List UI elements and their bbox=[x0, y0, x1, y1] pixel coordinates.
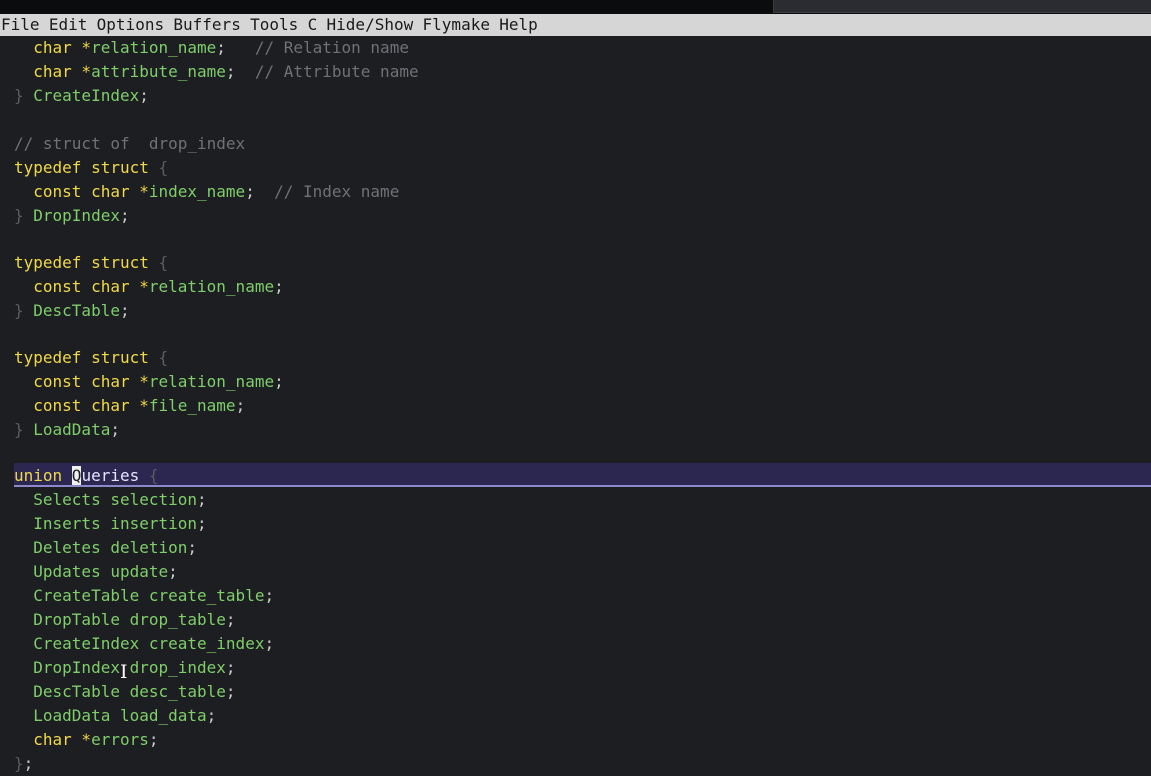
code-line: Selects selection; bbox=[14, 490, 207, 509]
code-line: char *attribute_name; // Attribute name bbox=[14, 62, 419, 81]
menu-bar: File Edit Options Buffers Tools C Hide/Show Fly… bbox=[0, 14, 1151, 36]
code-line: char *relation_name; // Relation name bbox=[14, 38, 409, 57]
menu-file[interactable]: File bbox=[1, 15, 40, 34]
code-line: } DropIndex; bbox=[14, 206, 130, 225]
code-line: Deletes deletion; bbox=[14, 538, 198, 557]
code-line: Inserts insertion; bbox=[14, 514, 207, 533]
code-line: typedef struct { bbox=[14, 158, 169, 177]
code-line: Updates update; bbox=[14, 562, 178, 581]
code-line: } CreateIndex; bbox=[14, 86, 149, 105]
menu-flymake[interactable]: Flymake bbox=[423, 15, 490, 34]
code-line: typedef struct { bbox=[14, 253, 169, 272]
window-top-strip bbox=[0, 0, 1151, 14]
code-line: char *errors; bbox=[14, 730, 159, 749]
code-line: }; bbox=[14, 754, 34, 773]
code-line: const char *relation_name; bbox=[14, 277, 284, 296]
code-editor[interactable]: char *relation_name; // Relation name ch… bbox=[14, 36, 1151, 773]
code-line: } DescTable; bbox=[14, 301, 130, 320]
code-line: CreateTable create_table; bbox=[14, 586, 275, 605]
code-line: } LoadData; bbox=[14, 420, 120, 439]
current-line-highlight bbox=[14, 463, 1151, 487]
code-line: typedef struct { bbox=[14, 348, 169, 367]
code-line: DropTable drop_table; bbox=[14, 610, 236, 629]
menu-options[interactable]: Options bbox=[97, 15, 164, 34]
menu-c[interactable]: C bbox=[308, 15, 318, 34]
code-line: // struct of drop_index bbox=[14, 134, 246, 153]
left-fringe bbox=[0, 36, 8, 770]
code-line: const char *file_name; bbox=[14, 396, 246, 415]
code-line: const char *index_name; // Index name bbox=[14, 182, 400, 201]
code-line: LoadData load_data; bbox=[14, 706, 217, 725]
menu-help[interactable]: Help bbox=[499, 15, 538, 34]
menu-edit[interactable]: Edit bbox=[49, 15, 88, 34]
menu-buffers[interactable]: Buffers bbox=[173, 15, 240, 34]
code-line: DescTable desc_table; bbox=[14, 682, 236, 701]
text-cursor: Q bbox=[71, 466, 82, 485]
code-line: const char *relation_name; bbox=[14, 372, 284, 391]
top-right-panel bbox=[773, 0, 1151, 13]
menu-hide-show[interactable]: Hide/Show bbox=[327, 15, 414, 34]
code-line-current: union Queries { bbox=[14, 466, 159, 485]
ibeam-icon: I bbox=[120, 661, 128, 683]
menu-tools[interactable]: Tools bbox=[250, 15, 298, 34]
code-line: CreateIndex create_index; bbox=[14, 634, 275, 653]
